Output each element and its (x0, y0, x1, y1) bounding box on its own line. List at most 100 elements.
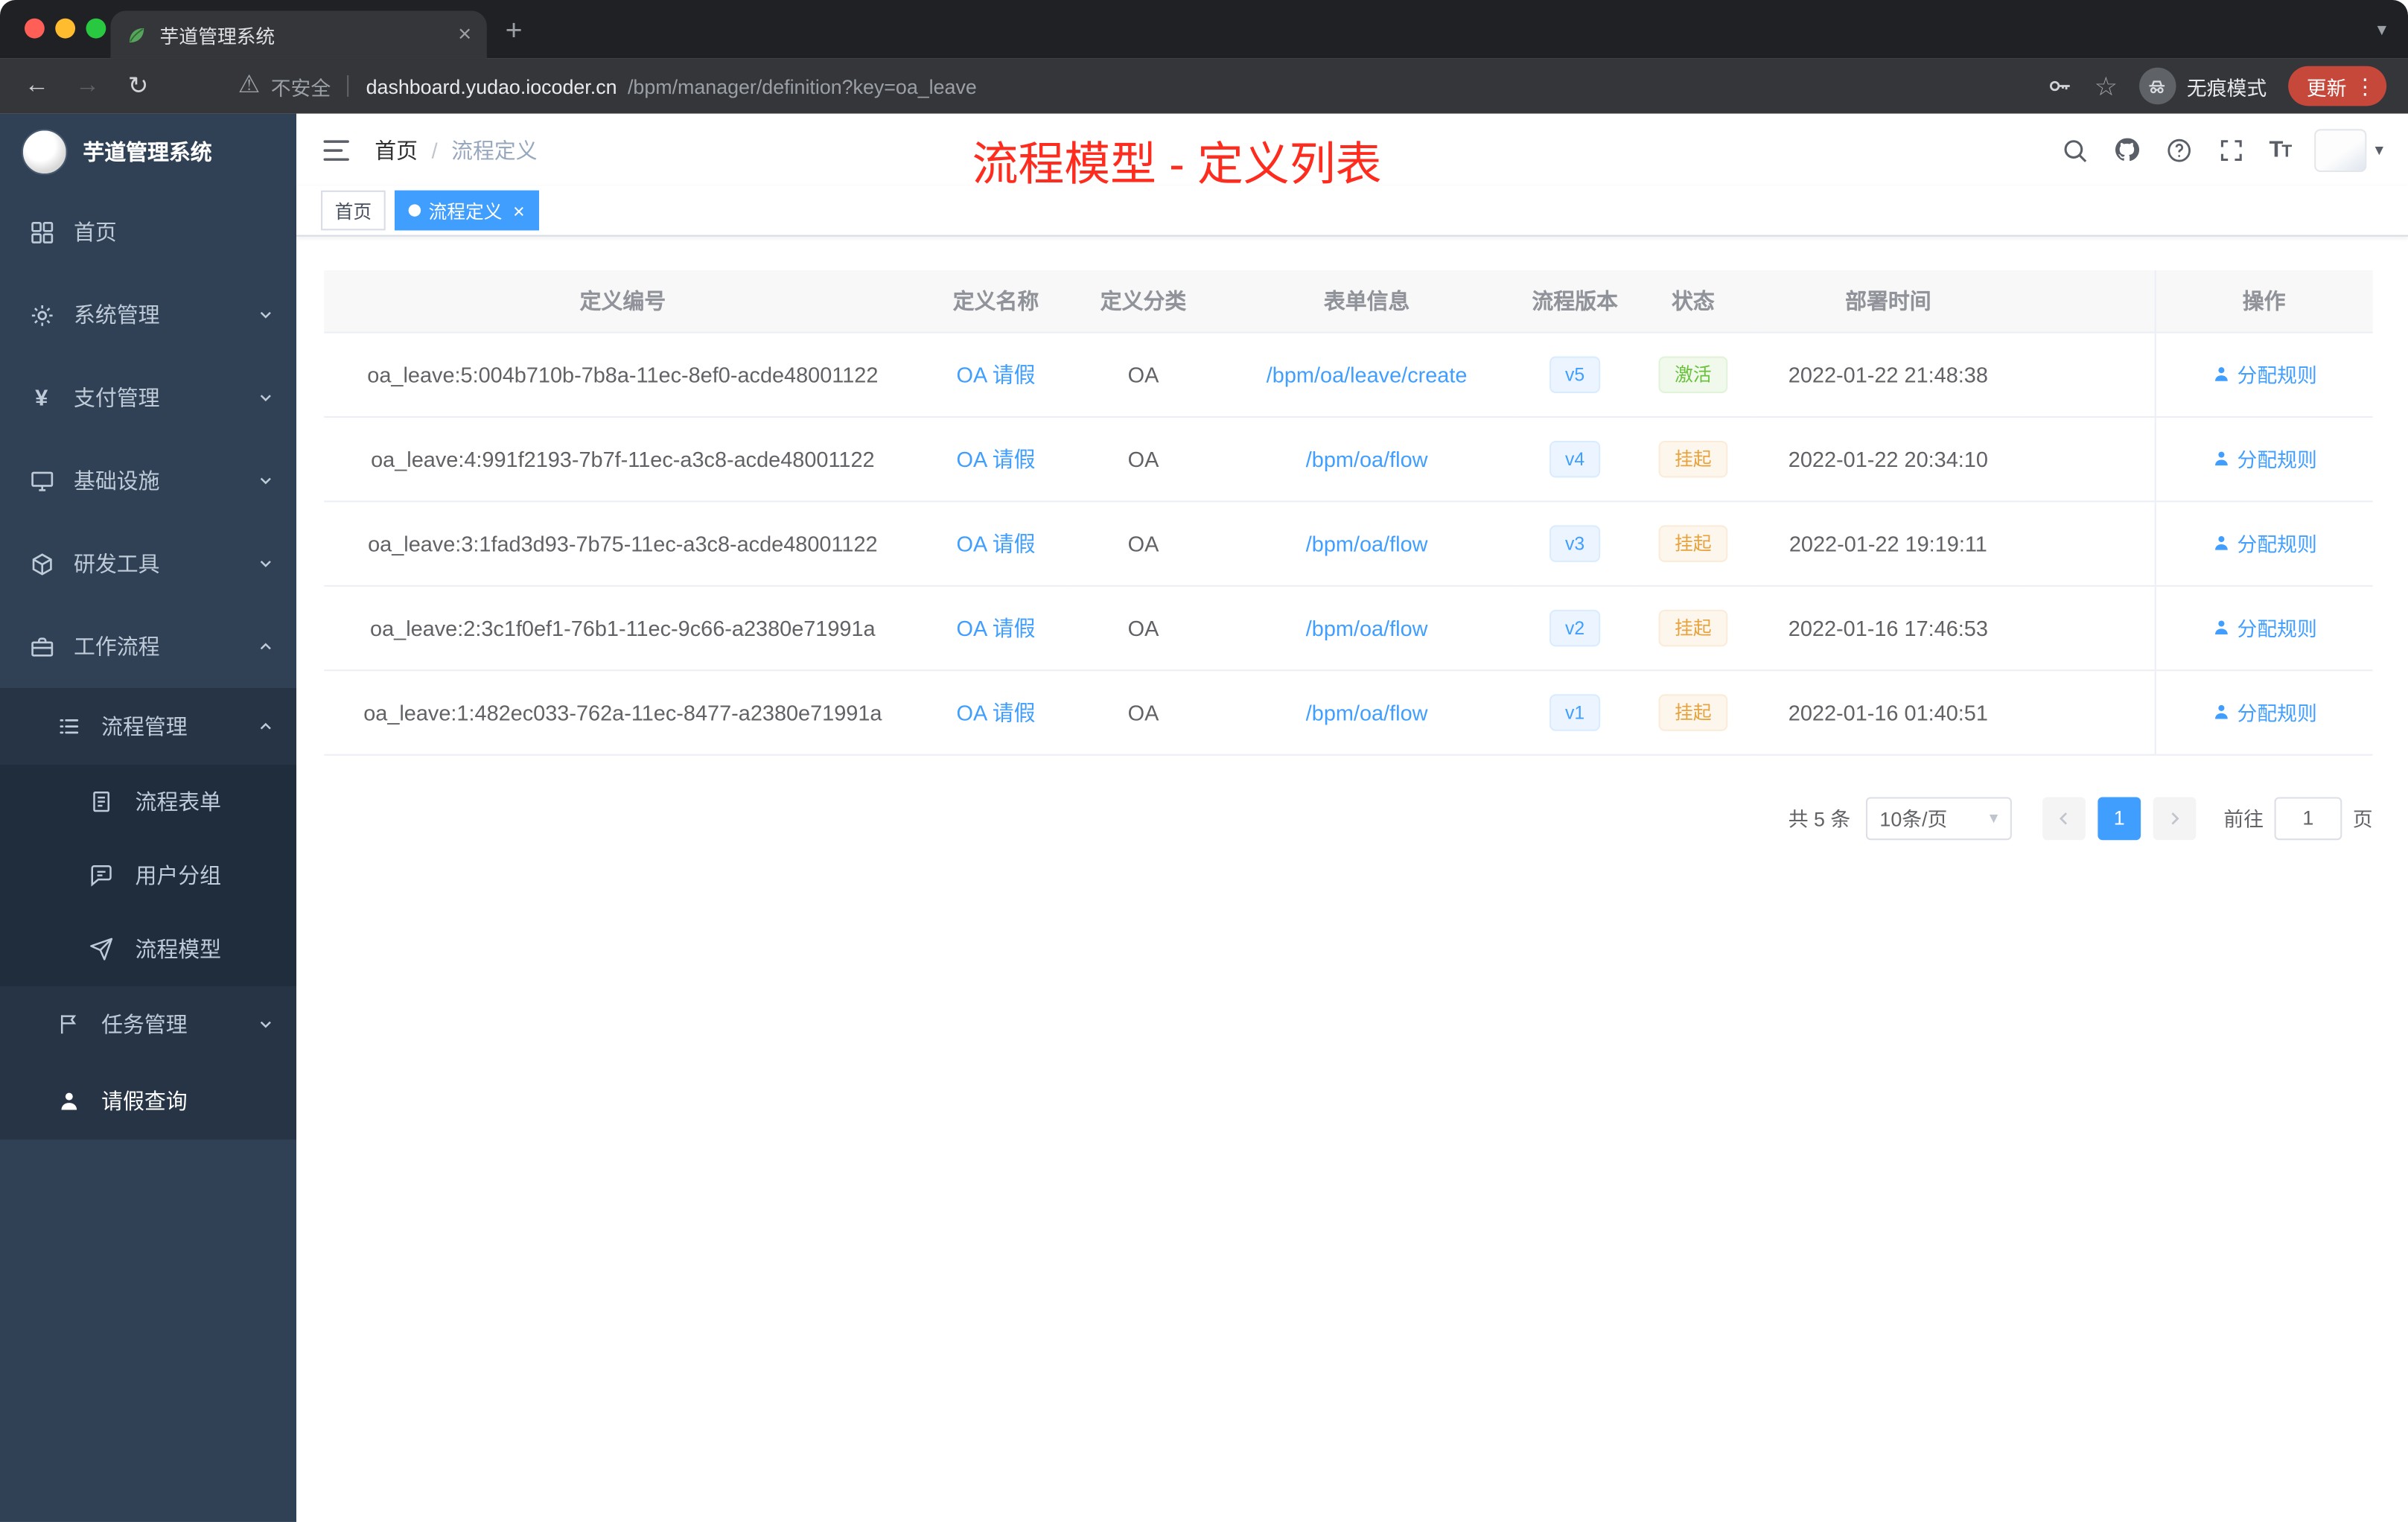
cell-category: OA (1070, 669, 1217, 755)
tag-home[interactable]: 首页 (321, 190, 386, 231)
table-row: oa_leave:5:004b710b-7b8a-11ec-8ef0-acde4… (324, 331, 2373, 417)
browser-tabstrip: 芋道管理系统 × + ▾ (0, 0, 2408, 59)
user-group-icon (88, 862, 115, 889)
prev-page-button[interactable] (2042, 796, 2086, 840)
sidebar-item-label: 流程模型 (135, 937, 222, 962)
definition-name-link[interactable]: OA 请假 (957, 699, 1036, 724)
chevron-left-icon (2059, 812, 2067, 824)
status-badge: 挂起 (1659, 524, 1727, 561)
column-header-category: 定义分类 (1070, 270, 1217, 333)
tag-close-icon[interactable]: × (513, 200, 525, 220)
sidebar-item-devtools[interactable]: 研发工具 (0, 522, 296, 605)
sidebar-item-label: 首页 (74, 219, 117, 244)
sidebar-item-leave-query[interactable]: 请假查询 (0, 1063, 296, 1139)
cell-category: OA (1070, 415, 1217, 502)
status-badge: 挂起 (1659, 439, 1727, 477)
assign-rule-button[interactable]: 分配规则 (2211, 613, 2317, 642)
sidebar-item-infrastructure[interactable]: 基础设施 (0, 439, 296, 522)
sidebar-item-label: 流程管理 (101, 714, 188, 739)
workflow-submenu: 流程管理 流程表单 用户分组 流程模型 任务管理 请假查询 (0, 688, 297, 1140)
main-area: 流程模型 - 定义列表 首页 / 流程定义 TT ▾ 首页 流程定义 × 定义编… (296, 113, 2408, 1522)
assign-rule-button[interactable]: 分配规则 (2211, 529, 2317, 558)
status-badge: 挂起 (1659, 693, 1727, 730)
font-size-icon[interactable]: TT (2269, 137, 2292, 163)
minimize-window-button[interactable] (55, 18, 76, 39)
sidebar-item-home[interactable]: 首页 (0, 191, 296, 273)
paper-plane-icon (88, 935, 115, 963)
sidebar-item-label: 任务管理 (101, 1012, 188, 1037)
cell-spacer (2022, 585, 2155, 671)
new-tab-button[interactable]: + (506, 16, 523, 49)
form-link[interactable]: /bpm/oa/leave/create (1267, 362, 1468, 386)
page-content: 定义编号 定义名称 定义分类 表单信息 流程版本 状态 部署时间 操作 oa_l… (296, 237, 2408, 840)
goto-page-input[interactable] (2274, 796, 2342, 840)
help-icon[interactable] (2165, 136, 2192, 164)
definition-name-link[interactable]: OA 请假 (957, 615, 1036, 640)
version-badge: v4 (1549, 439, 1600, 477)
tab-close-icon[interactable]: × (458, 23, 471, 46)
briefcase-icon (28, 633, 55, 660)
form-link[interactable]: /bpm/oa/flow (1306, 699, 1428, 724)
sidebar-item-task-management[interactable]: 任务管理 (0, 986, 296, 1063)
security-warning-icon: ⚠ (238, 71, 261, 98)
url-domain: dashboard.yudao.iocoder.cn (366, 74, 617, 98)
form-link[interactable]: /bpm/oa/flow (1306, 446, 1428, 471)
definition-name-link[interactable]: OA 请假 (957, 362, 1036, 386)
definition-table: 定义编号 定义名称 定义分类 表单信息 流程版本 状态 部署时间 操作 oa_l… (324, 270, 2373, 755)
zoom-window-button[interactable] (86, 18, 106, 39)
avatar (2315, 128, 2368, 171)
cell-deploy-time: 2022-01-22 21:48:38 (1754, 331, 2023, 417)
chevron-down-icon: ▾ (1989, 809, 1998, 828)
reload-icon[interactable]: ↻ (123, 71, 153, 101)
form-link[interactable]: /bpm/oa/flow (1306, 615, 1428, 640)
bookmark-star-icon[interactable]: ☆ (2095, 73, 2118, 99)
tag-label: 首页 (334, 200, 372, 223)
pagination-total: 共 5 条 (1788, 807, 1851, 831)
search-icon[interactable] (2060, 136, 2088, 164)
sidebar-collapse-icon[interactable] (321, 134, 351, 165)
forward-icon[interactable]: → (72, 72, 103, 100)
password-key-icon[interactable] (2045, 72, 2073, 100)
assign-rule-button[interactable]: 分配规则 (2211, 360, 2317, 389)
tools-icon (28, 550, 55, 577)
chrome-update-button[interactable]: 更新 ⋮ (2288, 66, 2387, 106)
page-size-select[interactable]: 10条/页 ▾ (1865, 796, 2012, 840)
next-page-button[interactable] (2153, 796, 2197, 840)
tag-label: 流程定义 (428, 200, 503, 223)
back-icon[interactable]: ← (22, 72, 52, 100)
user-avatar-menu[interactable]: ▾ (2315, 128, 2383, 171)
github-icon[interactable] (2112, 136, 2140, 164)
sidebar-item-system[interactable]: 系统管理 (0, 273, 296, 356)
document-icon (88, 788, 115, 815)
form-link[interactable]: /bpm/oa/flow (1306, 531, 1428, 555)
browser-tab[interactable]: 芋道管理系统 × (110, 10, 487, 59)
column-header-form: 表单信息 (1216, 270, 1517, 333)
sidebar-item-user-group[interactable]: 用户分组 (0, 838, 296, 912)
column-header-status: 状态 (1632, 270, 1754, 333)
sidebar-item-process-model[interactable]: 流程模型 (0, 912, 296, 986)
browser-menu-icon[interactable]: ⋮ (2354, 73, 2376, 99)
sidebar-item-workflow[interactable]: 工作流程 (0, 605, 296, 688)
update-label: 更新 (2306, 76, 2347, 100)
sidebar-item-process-management[interactable]: 流程管理 (0, 688, 296, 765)
page-number-button[interactable]: 1 (2098, 796, 2141, 840)
fullscreen-icon[interactable] (2217, 136, 2244, 164)
definition-name-link[interactable]: OA 请假 (957, 531, 1036, 555)
table-row: oa_leave:1:482ec033-762a-11ec-8477-a2380… (324, 669, 2373, 755)
address-bar[interactable]: ⚠ 不安全 dashboard.yudao.iocoder.cn/bpm/man… (238, 71, 2025, 101)
close-window-button[interactable] (25, 18, 45, 39)
assign-rule-button[interactable]: 分配规则 (2211, 444, 2317, 473)
sidebar-item-process-form[interactable]: 流程表单 (0, 765, 296, 838)
breadcrumb-home[interactable]: 首页 (375, 134, 418, 165)
tab-search-chevron-icon[interactable]: ▾ (2377, 19, 2386, 40)
definition-name-link[interactable]: OA 请假 (957, 446, 1036, 471)
user-icon (2214, 704, 2228, 719)
assign-rule-button[interactable]: 分配规则 (2211, 697, 2317, 726)
sidebar-item-payment[interactable]: ¥ 支付管理 (0, 357, 296, 439)
table-row: oa_leave:2:3c1f0ef1-76b1-11ec-9c66-a2380… (324, 585, 2373, 671)
tag-process-definition[interactable]: 流程定义 × (395, 190, 539, 231)
column-header-name: 定义名称 (921, 270, 1071, 333)
table-row: oa_leave:4:991f2193-7b7f-11ec-a3c8-acde4… (324, 415, 2373, 502)
status-badge: 挂起 (1659, 608, 1727, 646)
page-size-value: 10条/页 (1879, 807, 1948, 831)
